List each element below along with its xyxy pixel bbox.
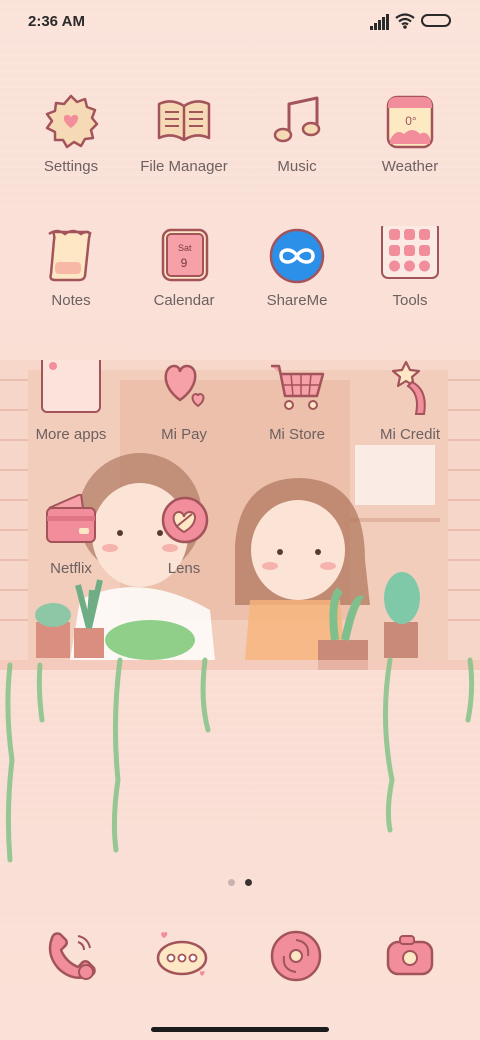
page-indicator-dot-2[interactable] xyxy=(245,879,252,886)
app-label: Tools xyxy=(392,292,428,309)
music-icon xyxy=(273,96,321,143)
app-label: Settings xyxy=(43,158,99,175)
mi-store-icon xyxy=(271,364,325,410)
app-mi-store[interactable]: Mi Store xyxy=(240,360,354,470)
app-shareme[interactable]: ShareMe xyxy=(240,226,354,336)
app-mi-pay[interactable]: Mi Pay xyxy=(127,360,241,470)
app-label: Weather xyxy=(381,158,439,175)
app-label: Lens xyxy=(167,560,201,577)
app-label: Music xyxy=(277,158,317,175)
app-lens[interactable]: Lens xyxy=(127,494,241,604)
app-settings[interactable]: Settings xyxy=(14,92,128,202)
lens-icon xyxy=(161,496,209,544)
svg-text:Sat: Sat xyxy=(178,243,192,253)
app-label: Netflix xyxy=(50,560,92,577)
battery-icon xyxy=(421,14,451,27)
app-weather[interactable]: 0° Weather xyxy=(353,92,467,202)
home-gesture-bar[interactable] xyxy=(151,1027,329,1032)
mi-pay-icon xyxy=(164,364,205,408)
folder-tools[interactable]: Tools xyxy=(353,226,467,336)
signal-icon xyxy=(370,14,389,30)
status-time: 2:36 AM xyxy=(28,13,85,30)
app-label: Notes xyxy=(51,292,91,309)
app-netflix[interactable]: Netflix xyxy=(14,494,128,604)
wifi-icon xyxy=(395,13,415,29)
phone-icon[interactable] xyxy=(44,928,100,984)
mi-credit-icon xyxy=(391,360,426,415)
shareme-icon xyxy=(269,228,325,284)
app-calendar[interactable]: Sat 9 Calendar xyxy=(127,226,241,336)
app-file-manager[interactable]: File Manager xyxy=(127,92,241,202)
camera-icon[interactable] xyxy=(382,928,438,984)
app-label: Mi Pay xyxy=(161,426,207,443)
messages-icon[interactable] xyxy=(154,928,210,984)
app-label: File Manager xyxy=(140,158,228,175)
notes-icon xyxy=(48,229,92,282)
svg-text:9: 9 xyxy=(181,256,188,270)
app-label: ShareMe xyxy=(266,292,328,309)
weather-icon: 0° xyxy=(386,95,434,149)
app-mi-credit[interactable]: Mi Credit xyxy=(353,360,467,470)
svg-text:0°: 0° xyxy=(405,114,417,128)
file-manager-icon xyxy=(157,100,211,142)
more-apps-folder-icon xyxy=(41,360,101,413)
page-indicator-dot-1[interactable] xyxy=(228,879,235,886)
app-music[interactable]: Music xyxy=(240,92,354,202)
app-label: Mi Store xyxy=(269,426,325,443)
app-label: Mi Credit xyxy=(379,426,440,443)
app-label: More apps xyxy=(35,426,107,443)
netflix-icon xyxy=(46,494,96,543)
tools-folder-icon xyxy=(381,226,439,279)
folder-more-apps[interactable]: More apps xyxy=(14,360,128,470)
settings-icon xyxy=(45,94,99,149)
app-notes[interactable]: Notes xyxy=(14,226,128,336)
browser-icon[interactable] xyxy=(268,928,324,984)
calendar-icon: Sat 9 xyxy=(161,228,209,282)
app-label: Calendar xyxy=(153,292,215,309)
status-bar: 2:36 AM xyxy=(0,0,480,44)
